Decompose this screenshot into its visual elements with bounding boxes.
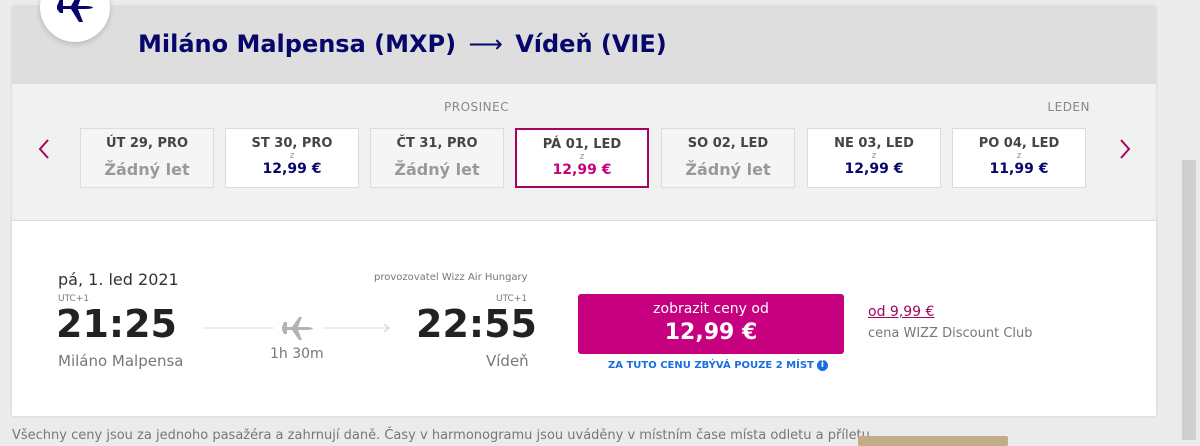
no-flight-label: Žádný let [685, 160, 771, 179]
route-origin: Miláno Malpensa (MXP) [138, 30, 457, 58]
show-prices-price: 12,99 € [664, 320, 758, 345]
flight-date: pá, 1. led 2021 [58, 270, 179, 289]
flight-operator: provozovatel Wizz Air Hungary [374, 272, 528, 283]
arrival-time: 22:55 [416, 302, 537, 346]
date-label: ČT 31, PRO [396, 136, 478, 151]
date-card-ut-29[interactable]: ÚT 29, PRO Žádný let [80, 128, 214, 188]
wdc-prefix: od [868, 304, 886, 320]
date-price: 11,99 € [989, 161, 1049, 177]
no-flight-label: Žádný let [394, 160, 480, 179]
flight-result-card: Miláno Malpensa (MXP) ⟶ Vídeň (VIE) PROS… [12, 0, 1156, 416]
from-label: z [579, 152, 585, 162]
flight-timeline [202, 317, 390, 340]
price-footnote: Všechny ceny jsou za jednoho pasažéra a … [12, 428, 875, 443]
date-selector: PROSINEC LEDEN ÚT 29, PRO Žádný let ST 3… [12, 84, 1156, 221]
wdc-price: 9,99 € [889, 304, 935, 320]
flight-duration: 1h 30m [270, 346, 324, 362]
date-card-st-30[interactable]: ST 30, PRO z 12,99 € [225, 128, 359, 188]
show-prices-button[interactable]: zobrazit ceny od 12,99 € [578, 294, 844, 354]
route-header: Miláno Malpensa (MXP) ⟶ Vídeň (VIE) [12, 0, 1156, 84]
arrival-city: Vídeň [486, 352, 529, 370]
date-price: 12,99 € [262, 161, 322, 177]
route-destination: Vídeň (VIE) [515, 30, 667, 58]
month-label-prosinec: PROSINEC [444, 100, 510, 114]
no-flight-label: Žádný let [104, 160, 190, 179]
from-label: z [289, 151, 295, 161]
chevron-left-icon [38, 139, 49, 159]
page-scrollbar[interactable] [1182, 160, 1196, 440]
from-label: z [1016, 151, 1022, 161]
plane-logo [40, 0, 110, 42]
departure-city: Miláno Malpensa [58, 352, 184, 370]
wizz-discount-club-link[interactable]: od 9,99 € [868, 304, 934, 320]
wizz-discount-club-label: cena WIZZ Discount Club [868, 326, 1033, 341]
from-label: z [871, 151, 877, 161]
date-label: SO 02, LED [687, 136, 769, 151]
seats-left-notice: ZA TUTO CENU ZBÝVÁ POUZE 2 MÍST i [608, 360, 828, 371]
date-card-so-02[interactable]: SO 02, LED Žádný let [661, 128, 795, 188]
route-title: Miláno Malpensa (MXP) ⟶ Vídeň (VIE) [138, 30, 667, 58]
date-label: ÚT 29, PRO [105, 136, 189, 151]
date-label: PO 04, LED [978, 136, 1060, 151]
departure-time: 21:25 [56, 302, 177, 346]
date-label: ST 30, PRO [251, 136, 333, 151]
month-label-leden: LEDEN [1047, 100, 1090, 114]
flight-row: pá, 1. led 2021 provozovatel Wizz Air Hu… [12, 220, 1156, 416]
footer-button[interactable] [858, 436, 1008, 446]
date-label: NE 03, LED [834, 136, 914, 151]
info-icon[interactable]: i [816, 360, 828, 371]
date-card-ne-03[interactable]: NE 03, LED z 12,99 € [807, 128, 941, 188]
date-label: PÁ 01, LED [542, 137, 622, 152]
plane-icon [282, 317, 313, 340]
prev-dates-button[interactable] [32, 134, 56, 164]
plane-icon [57, 0, 93, 22]
seats-left-text: ZA TUTO CENU ZBÝVÁ POUZE 2 MÍST [608, 360, 814, 371]
date-card-pa-01[interactable]: PÁ 01, LED z 12,99 € [515, 128, 649, 188]
date-card-ct-31[interactable]: ČT 31, PRO Žádný let [370, 128, 504, 188]
date-card-po-04[interactable]: PO 04, LED z 11,99 € [952, 128, 1086, 188]
date-price: 12,99 € [552, 162, 612, 178]
chevron-right-icon [1120, 139, 1131, 159]
next-dates-button[interactable] [1113, 134, 1137, 164]
route-arrow-icon: ⟶ [468, 30, 503, 58]
date-price: 12,99 € [844, 161, 904, 177]
show-prices-label: zobrazit ceny od [653, 301, 769, 317]
